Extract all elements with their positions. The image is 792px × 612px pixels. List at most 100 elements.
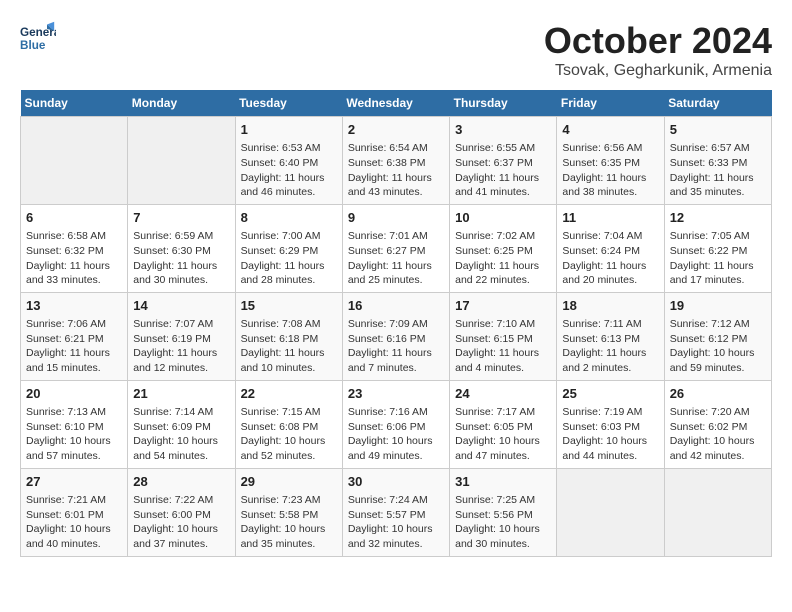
- day-number: 30: [348, 473, 444, 491]
- day-number: 5: [670, 121, 766, 139]
- day-info: Sunrise: 7:13 AMSunset: 6:10 PMDaylight:…: [26, 405, 122, 464]
- weekday-header: Saturday: [664, 90, 771, 117]
- day-number: 29: [241, 473, 337, 491]
- day-number: 9: [348, 209, 444, 227]
- day-number: 23: [348, 385, 444, 403]
- svg-text:Blue: Blue: [20, 39, 46, 52]
- day-number: 13: [26, 297, 122, 315]
- calendar-cell: [557, 468, 664, 556]
- calendar-cell: 29 Sunrise: 7:23 AMSunset: 5:58 PMDayligh…: [235, 468, 342, 556]
- calendar-cell: 24 Sunrise: 7:17 AMSunset: 6:05 PMDayligh…: [450, 380, 557, 468]
- calendar-cell: 3 Sunrise: 6:55 AMSunset: 6:37 PMDaylight…: [450, 117, 557, 205]
- calendar-cell: 15 Sunrise: 7:08 AMSunset: 6:18 PMDayligh…: [235, 292, 342, 380]
- calendar-cell: [128, 117, 235, 205]
- calendar-cell: 12 Sunrise: 7:05 AMSunset: 6:22 PMDayligh…: [664, 204, 771, 292]
- calendar-cell: 5 Sunrise: 6:57 AMSunset: 6:33 PMDaylight…: [664, 117, 771, 205]
- calendar-cell: 18 Sunrise: 7:11 AMSunset: 6:13 PMDayligh…: [557, 292, 664, 380]
- day-number: 6: [26, 209, 122, 227]
- day-info: Sunrise: 7:19 AMSunset: 6:03 PMDaylight:…: [562, 405, 658, 464]
- day-info: Sunrise: 7:16 AMSunset: 6:06 PMDaylight:…: [348, 405, 444, 464]
- day-info: Sunrise: 6:54 AMSunset: 6:38 PMDaylight:…: [348, 141, 444, 200]
- day-info: Sunrise: 7:09 AMSunset: 6:16 PMDaylight:…: [348, 317, 444, 376]
- calendar-table: SundayMondayTuesdayWednesdayThursdayFrid…: [20, 90, 772, 557]
- day-info: Sunrise: 7:15 AMSunset: 6:08 PMDaylight:…: [241, 405, 337, 464]
- day-info: Sunrise: 7:07 AMSunset: 6:19 PMDaylight:…: [133, 317, 229, 376]
- calendar-cell: 30 Sunrise: 7:24 AMSunset: 5:57 PMDayligh…: [342, 468, 449, 556]
- day-info: Sunrise: 7:24 AMSunset: 5:57 PMDaylight:…: [348, 493, 444, 552]
- day-info: Sunrise: 7:11 AMSunset: 6:13 PMDaylight:…: [562, 317, 658, 376]
- logo-icon: General Blue: [20, 20, 56, 56]
- day-info: Sunrise: 7:10 AMSunset: 6:15 PMDaylight:…: [455, 317, 551, 376]
- calendar-cell: 9 Sunrise: 7:01 AMSunset: 6:27 PMDaylight…: [342, 204, 449, 292]
- day-info: Sunrise: 7:20 AMSunset: 6:02 PMDaylight:…: [670, 405, 766, 464]
- calendar-cell: 11Sunrise: 7:04 AMSunset: 6:24 PMDayligh…: [557, 204, 664, 292]
- day-number: 28: [133, 473, 229, 491]
- day-number: 24: [455, 385, 551, 403]
- day-info: Sunrise: 6:55 AMSunset: 6:37 PMDaylight:…: [455, 141, 551, 200]
- day-number: 12: [670, 209, 766, 227]
- day-info: Sunrise: 7:08 AMSunset: 6:18 PMDaylight:…: [241, 317, 337, 376]
- day-number: 10: [455, 209, 551, 227]
- day-info: Sunrise: 7:05 AMSunset: 6:22 PMDaylight:…: [670, 229, 766, 288]
- day-number: 26: [670, 385, 766, 403]
- day-number: 20: [26, 385, 122, 403]
- calendar-cell: 21 Sunrise: 7:14 AMSunset: 6:09 PMDayligh…: [128, 380, 235, 468]
- calendar-cell: 17 Sunrise: 7:10 AMSunset: 6:15 PMDayligh…: [450, 292, 557, 380]
- calendar-cell: 25 Sunrise: 7:19 AMSunset: 6:03 PMDayligh…: [557, 380, 664, 468]
- day-number: 3: [455, 121, 551, 139]
- calendar-cell: 14Sunrise: 7:07 AMSunset: 6:19 PMDayligh…: [128, 292, 235, 380]
- day-info: Sunrise: 7:17 AMSunset: 6:05 PMDaylight:…: [455, 405, 551, 464]
- calendar-cell: 27 Sunrise: 7:21 AMSunset: 6:01 PMDayligh…: [21, 468, 128, 556]
- day-info: Sunrise: 7:12 AMSunset: 6:12 PMDaylight:…: [670, 317, 766, 376]
- day-number: 25: [562, 385, 658, 403]
- day-number: 27: [26, 473, 122, 491]
- day-number: 15: [241, 297, 337, 315]
- calendar-header: SundayMondayTuesdayWednesdayThursdayFrid…: [21, 90, 772, 117]
- day-number: 2: [348, 121, 444, 139]
- calendar-cell: 1Sunrise: 6:53 AMSunset: 6:40 PMDaylight…: [235, 117, 342, 205]
- calendar-cell: 26 Sunrise: 7:20 AMSunset: 6:02 PMDayligh…: [664, 380, 771, 468]
- calendar-cell: 20 Sunrise: 7:13 AMSunset: 6:10 PMDayligh…: [21, 380, 128, 468]
- day-info: Sunrise: 7:23 AMSunset: 5:58 PMDaylight:…: [241, 493, 337, 552]
- day-number: 18: [562, 297, 658, 315]
- day-number: 11: [562, 209, 658, 227]
- day-info: Sunrise: 7:21 AMSunset: 6:01 PMDaylight:…: [26, 493, 122, 552]
- calendar-cell: 2 Sunrise: 6:54 AMSunset: 6:38 PMDaylight…: [342, 117, 449, 205]
- day-info: Sunrise: 7:01 AMSunset: 6:27 PMDaylight:…: [348, 229, 444, 288]
- calendar-cell: 10 Sunrise: 7:02 AMSunset: 6:25 PMDayligh…: [450, 204, 557, 292]
- day-number: 17: [455, 297, 551, 315]
- day-info: Sunrise: 6:57 AMSunset: 6:33 PMDaylight:…: [670, 141, 766, 200]
- calendar-cell: 28 Sunrise: 7:22 AMSunset: 6:00 PMDayligh…: [128, 468, 235, 556]
- calendar-cell: 22 Sunrise: 7:15 AMSunset: 6:08 PMDayligh…: [235, 380, 342, 468]
- calendar-cell: 8 Sunrise: 7:00 AMSunset: 6:29 PMDaylight…: [235, 204, 342, 292]
- day-info: Sunrise: 7:02 AMSunset: 6:25 PMDaylight:…: [455, 229, 551, 288]
- day-number: 7: [133, 209, 229, 227]
- day-number: 21: [133, 385, 229, 403]
- day-number: 4: [562, 121, 658, 139]
- weekday-header: Sunday: [21, 90, 128, 117]
- weekday-header: Friday: [557, 90, 664, 117]
- calendar-cell: 19 Sunrise: 7:12 AMSunset: 6:12 PMDayligh…: [664, 292, 771, 380]
- calendar-cell: [664, 468, 771, 556]
- calendar-cell: 13 Sunrise: 7:06 AMSunset: 6:21 PMDayligh…: [21, 292, 128, 380]
- page-header: General Blue October 2024 Tsovak, Geghar…: [20, 20, 772, 80]
- calendar-cell: 16 Sunrise: 7:09 AMSunset: 6:16 PMDayligh…: [342, 292, 449, 380]
- day-info: Sunrise: 7:00 AMSunset: 6:29 PMDaylight:…: [241, 229, 337, 288]
- weekday-header: Thursday: [450, 90, 557, 117]
- day-number: 1: [241, 121, 337, 139]
- day-number: 19: [670, 297, 766, 315]
- day-number: 16: [348, 297, 444, 315]
- month-title: October 2024: [544, 20, 772, 62]
- day-number: 31: [455, 473, 551, 491]
- logo: General Blue: [20, 20, 56, 56]
- calendar-cell: 6Sunrise: 6:58 AMSunset: 6:32 PMDaylight…: [21, 204, 128, 292]
- day-number: 8: [241, 209, 337, 227]
- day-number: 22: [241, 385, 337, 403]
- location: Tsovak, Gegharkunik, Armenia: [544, 62, 772, 80]
- calendar-cell: 7Sunrise: 6:59 AMSunset: 6:30 PMDaylight…: [128, 204, 235, 292]
- day-info: Sunrise: 7:14 AMSunset: 6:09 PMDaylight:…: [133, 405, 229, 464]
- day-info: Sunrise: 6:56 AMSunset: 6:35 PMDaylight:…: [562, 141, 658, 200]
- day-info: Sunrise: 7:22 AMSunset: 6:00 PMDaylight:…: [133, 493, 229, 552]
- day-info: Sunrise: 7:06 AMSunset: 6:21 PMDaylight:…: [26, 317, 122, 376]
- calendar-cell: [21, 117, 128, 205]
